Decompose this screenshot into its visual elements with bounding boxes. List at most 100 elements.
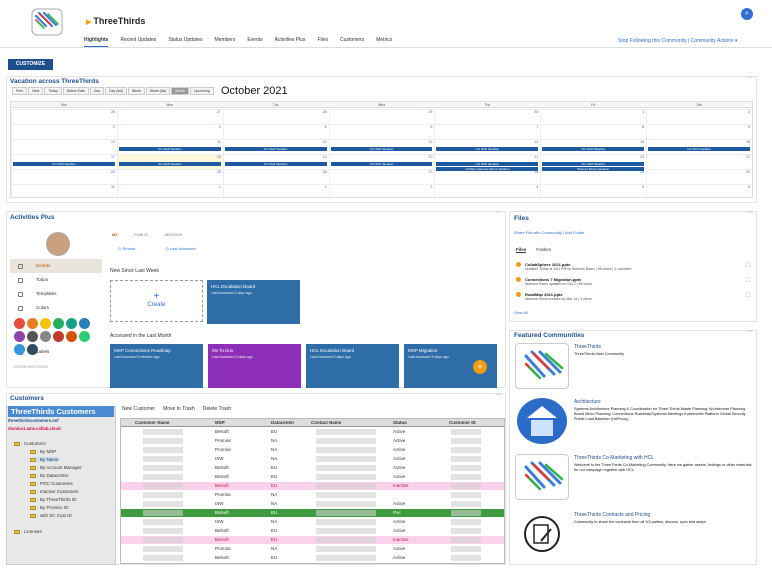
tree-item-by-account-manager[interactable]: By Account Manager	[30, 465, 82, 470]
community-actions[interactable]: Stop Following this Community | Communit…	[618, 38, 737, 44]
menu-templates[interactable]: Templates	[10, 287, 102, 301]
color-swatch[interactable]	[40, 318, 51, 329]
color-swatch[interactable]	[14, 331, 25, 342]
tree-item-inactive-customers[interactable]: Inactive Customers	[30, 489, 79, 494]
avatar[interactable]	[46, 232, 70, 256]
table-row[interactable]: ISW NA Active	[121, 455, 504, 463]
calendar-day[interactable]: 1	[116, 185, 223, 199]
tab-archive[interactable]: ARCHIVE	[164, 232, 182, 237]
table-row[interactable]: Promisc NA Active	[121, 446, 504, 454]
customize-button[interactable]: CUSTOMIZE	[8, 59, 53, 70]
calendar-day[interactable]: 2	[222, 185, 329, 199]
communities-menu-icon[interactable]: ···	[746, 328, 753, 335]
calendar-day[interactable]: 25	[116, 170, 223, 184]
calendar-day[interactable]: 30	[434, 110, 540, 124]
calendar-event[interactable]: Urs Wolf Vacation	[118, 147, 221, 151]
color-swatch[interactable]	[14, 318, 25, 329]
table-row[interactable]: Belsoft EU Active	[121, 428, 504, 436]
color-swatch[interactable]	[66, 331, 77, 342]
cal-btn-today[interactable]: Today	[44, 87, 62, 95]
table-row[interactable]: Belsoft EU Poc	[121, 509, 504, 517]
board-card[interactable]: HCL Escalation Board Last Accessed 3 day…	[207, 280, 300, 324]
table-row[interactable]: Promisc NA Active	[121, 437, 504, 445]
calendar-day[interactable]: 27	[116, 110, 223, 124]
board-card[interactable]: HCL Escalation Board Last Accessed 3 days…	[306, 344, 399, 388]
brand-title[interactable]: ▶ ThreeThirds	[86, 16, 145, 26]
calendar-day[interactable]: 30	[646, 170, 752, 184]
calendar-day[interactable]: 26	[222, 170, 329, 184]
files-tab-folders[interactable]: Folders	[536, 247, 551, 253]
column-header[interactable]: Status	[393, 420, 407, 425]
calendar-day[interactable]: 5	[222, 125, 329, 139]
calendar-day[interactable]: 8	[540, 125, 646, 139]
share-file-link[interactable]: Share File with Community | Add Folder	[514, 230, 584, 235]
calendar-day[interactable]: 2	[646, 110, 752, 124]
download-icon[interactable]: ⬚	[746, 277, 751, 283]
table-row[interactable]: Belsoft EU Active	[121, 527, 504, 535]
action-move-to-trash[interactable]: Move to Trash	[163, 406, 195, 412]
calendar-day[interactable]: 1	[540, 110, 646, 124]
cal-btn-upcoming[interactable]: Upcoming	[189, 87, 214, 95]
column-header[interactable]: Datacenter	[271, 420, 294, 425]
tree-item-by-promisc-id[interactable]: By Promisc ID	[30, 505, 69, 510]
calendar-day[interactable]: 24	[11, 170, 117, 184]
view-last-accessed[interactable]: ◷ Last Accessed	[165, 246, 195, 251]
community-title[interactable]: ThreeThirds	[574, 344, 601, 350]
color-swatch[interactable]	[14, 344, 25, 355]
cal-btn-day-list-[interactable]: Day (list)	[105, 87, 127, 95]
tree-item-poc-customers[interactable]: POC Customers	[30, 481, 73, 486]
file-item[interactable]: Connections 7 Migration.pptx Wannes Rams …	[516, 277, 751, 286]
customers-menu-icon[interactable]: ···	[495, 391, 502, 398]
color-swatch[interactable]	[27, 318, 38, 329]
tree-item-by-msp[interactable]: By MSP	[30, 449, 56, 454]
download-icon[interactable]: ⬚	[746, 262, 751, 268]
color-swatch[interactable]	[40, 331, 51, 342]
menu-boards[interactable]: Boards	[10, 259, 102, 273]
calendar-event[interactable]: Urs Wolf Vacation	[542, 162, 645, 166]
calendar-event[interactable]: Urs Wolf Vacation	[436, 147, 539, 151]
cal-btn-day[interactable]: Day	[89, 87, 105, 95]
create-board-button[interactable]: + Create	[110, 280, 203, 322]
files-menu-icon[interactable]: ···	[746, 209, 753, 216]
calendar-event[interactable]: Urs Wolf Vacation	[648, 147, 750, 151]
color-swatch[interactable]	[53, 318, 64, 329]
tree-item-by-threethirds-id[interactable]: By ThreeThirds ID	[30, 497, 76, 502]
table-row[interactable]: ISW NA Active	[121, 518, 504, 526]
cal-btn-select-date[interactable]: Select Date	[62, 87, 89, 95]
tree-item-by-name[interactable]: By Name	[30, 457, 59, 462]
calendar-event[interactable]: Urs Wolf Vacation	[436, 162, 539, 166]
color-swatch[interactable]	[27, 344, 38, 355]
calendar-day[interactable]: 3	[11, 125, 117, 139]
calendar-day[interactable]: 23	[646, 155, 752, 169]
table-row[interactable]: Belsoft EU Active	[121, 473, 504, 481]
table-row[interactable]: Promisc NA	[121, 491, 504, 499]
calendar-day[interactable]: 28	[434, 170, 540, 184]
calendar-day[interactable]: 6	[646, 185, 752, 199]
calendar-event[interactable]: Urs Wolf Vacation	[224, 162, 327, 166]
download-icon[interactable]: ⬚	[746, 292, 751, 298]
table-row[interactable]: ISW NA Active	[121, 500, 504, 508]
board-card[interactable]: Ms To Dos Last Accessed 3 days ago	[208, 344, 301, 388]
community-title[interactable]: ThreeThirds Contracts and Pricing	[574, 512, 650, 518]
menu-todos[interactable]: Todos	[10, 273, 102, 287]
table-row[interactable]: Belsoft EU Inactive	[121, 536, 504, 544]
file-item[interactable]: RoadMap 2021.pptx Wannes Rams created on …	[516, 292, 751, 301]
cal-btn-week[interactable]: Week	[127, 87, 145, 95]
calendar-event[interactable]: Urs Wolf Vacation	[542, 147, 645, 151]
calendar-event[interactable]: Wannes Rams Vacation	[542, 167, 645, 171]
color-swatch[interactable]	[79, 318, 90, 329]
calendar-day[interactable]: 29	[328, 110, 435, 124]
tree-item-licenses[interactable]: Licenses	[14, 529, 42, 534]
color-swatch[interactable]	[27, 331, 38, 342]
show-archived-link[interactable]: SHOW ARCHIVED	[14, 364, 48, 369]
action-new-customer[interactable]: New Customer	[122, 406, 155, 412]
calendar-event[interactable]: 10:00pm Wannes Rams Vacation	[436, 167, 539, 171]
calendar-event[interactable]: Urs Wolf Vacation	[330, 162, 433, 166]
view-recent[interactable]: ◷ Recent	[118, 246, 135, 251]
calendar-event[interactable]: Urs Wolf Vacation	[224, 147, 327, 151]
calendar-day[interactable]: 26	[11, 110, 117, 124]
column-header[interactable]: Customer Name	[135, 420, 170, 425]
tree-item-customers[interactable]: Customers	[14, 441, 46, 446]
table-row[interactable]: Belsoft EU Active	[121, 554, 504, 562]
table-row[interactable]: Belsoft EU Inactive	[121, 482, 504, 490]
